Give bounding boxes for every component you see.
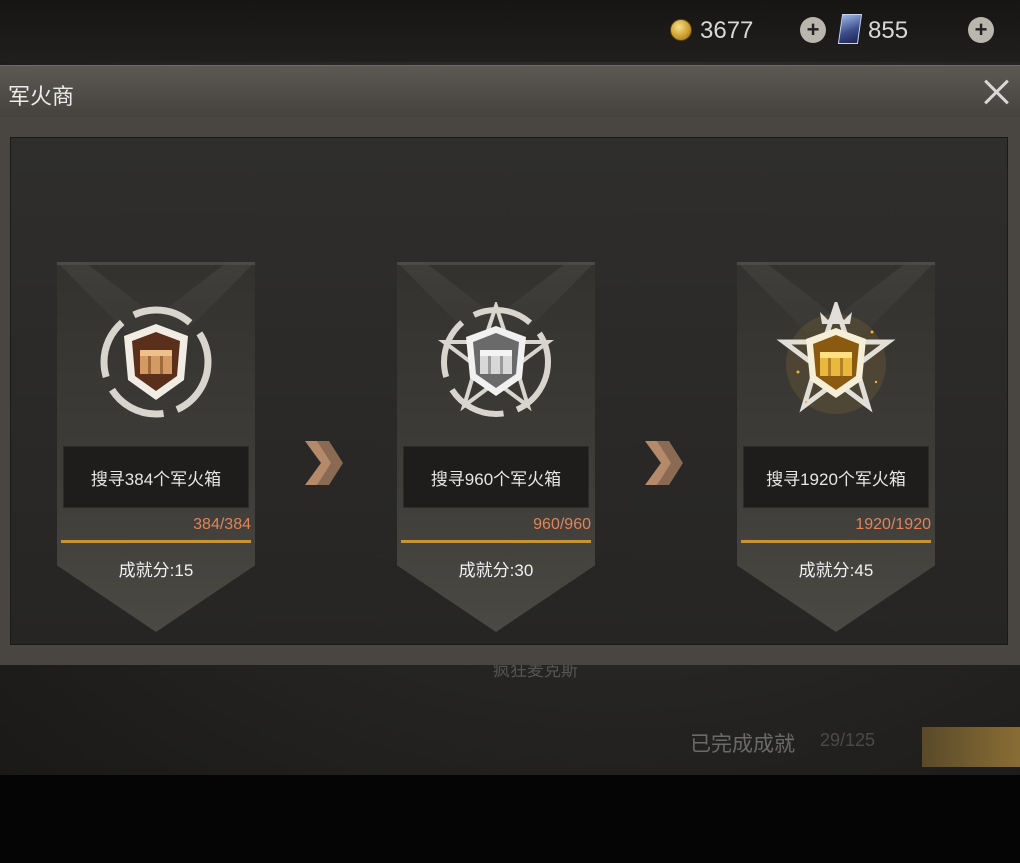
add-coins-button[interactable]: + xyxy=(800,17,826,43)
close-icon[interactable] xyxy=(980,76,1012,108)
background-action-button xyxy=(922,727,1020,767)
double-chevron-right-icon xyxy=(305,441,343,485)
achievement-score: 成就分:45 xyxy=(798,561,874,580)
achievement-task: 搜寻1920个军火箱 xyxy=(743,446,929,508)
achievement-score: 成就分:15 xyxy=(118,561,194,580)
achievement-score: 成就分:30 xyxy=(458,561,534,580)
gold-ammo-crate-badge-icon xyxy=(776,302,896,414)
achievement-panel: 搜寻384个军火箱 384/384 成就分:15 搜寻960个军火箱 960/9… xyxy=(10,137,1008,645)
achievement-card-silver[interactable]: 搜寻960个军火箱 960/960 成就分:30 xyxy=(397,262,595,632)
progress-line xyxy=(61,540,251,543)
add-cards-button[interactable]: + xyxy=(968,17,994,43)
dialog-header: 军火商 xyxy=(0,65,1020,117)
plus-icon: + xyxy=(806,17,820,42)
silver-ammo-crate-badge-icon xyxy=(438,302,554,417)
achievement-card-gold[interactable]: 搜寻1920个军火箱 1920/1920 成就分:45 xyxy=(737,262,935,632)
progress-line xyxy=(741,540,931,543)
card-icon xyxy=(837,14,863,44)
bronze-ammo-crate-badge-icon xyxy=(100,306,212,418)
dialog-body: 搜寻384个军火箱 384/384 成就分:15 搜寻960个军火箱 960/9… xyxy=(0,117,1020,665)
achievement-task: 搜寻960个军火箱 xyxy=(403,446,589,508)
achievement-progress: 960/960 xyxy=(533,516,591,533)
coin-amount: 3677 xyxy=(700,17,754,44)
achievement-progress: 384/384 xyxy=(193,516,251,533)
dialog-title: 军火商 xyxy=(8,84,75,109)
achievement-card-bronze[interactable]: 搜寻384个军火箱 384/384 成就分:15 xyxy=(57,262,255,632)
card-amount: 855 xyxy=(868,17,909,44)
progress-line xyxy=(401,540,591,543)
achievement-progress: 1920/1920 xyxy=(855,516,931,533)
achievement-dialog: 军火商 搜寻384个军火箱 384/384 成就分:15 搜寻960个军火箱 9… xyxy=(0,65,1020,665)
currency-bar: 3677 + 855 + xyxy=(0,0,1020,62)
double-chevron-right-icon xyxy=(645,441,683,485)
letterbox-bottom xyxy=(0,775,1020,863)
achievement-task: 搜寻384个军火箱 xyxy=(63,446,249,508)
plus-icon: + xyxy=(974,17,988,42)
completed-achievements-count: 29/125 xyxy=(820,730,876,750)
gold-coin-icon xyxy=(670,19,692,41)
completed-achievements-label: 已完成成就 xyxy=(690,733,795,756)
